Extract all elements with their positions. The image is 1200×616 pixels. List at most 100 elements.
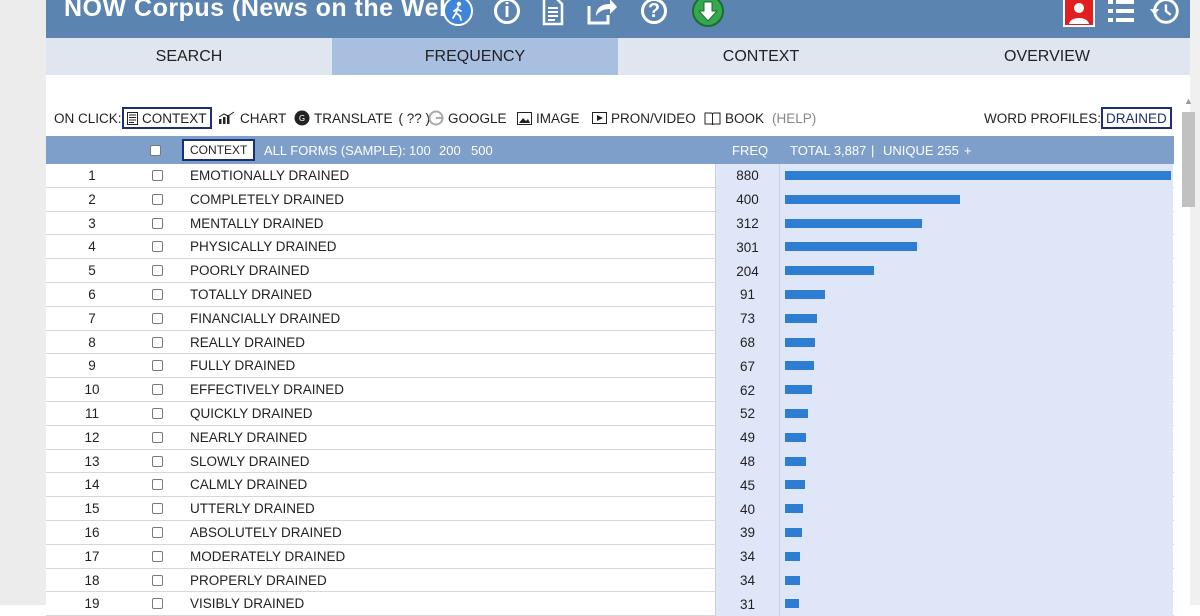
row-word-link[interactable]: REALLY DRAINED (190, 331, 305, 354)
row-frequency: 67 (715, 354, 780, 379)
row-checkbox-box[interactable] (151, 265, 163, 277)
row-checkbox[interactable] (150, 402, 164, 425)
row-bar-cell (780, 401, 1173, 426)
list-icon[interactable] (1104, 0, 1138, 28)
expand-plus[interactable]: + (964, 136, 972, 164)
option-help[interactable]: (HELP) (772, 106, 816, 130)
row-checkbox[interactable] (150, 307, 164, 330)
user-icon[interactable] (1062, 0, 1096, 30)
row-checkbox-box[interactable] (151, 217, 163, 229)
row-word-link[interactable]: COMPLETELY DRAINED (190, 188, 344, 211)
tab-overview[interactable]: OVERVIEW (904, 38, 1190, 75)
row-checkbox[interactable] (150, 545, 164, 568)
row-checkbox-box[interactable] (151, 431, 163, 443)
row-checkbox-box[interactable] (151, 479, 163, 491)
row-checkbox[interactable] (150, 450, 164, 473)
row-checkbox[interactable] (150, 521, 164, 544)
scrollbar-track[interactable] (1190, 0, 1200, 605)
row-checkbox-box[interactable] (151, 598, 163, 610)
option-image[interactable]: IMAGE (517, 106, 580, 130)
row-checkbox[interactable] (150, 283, 164, 306)
row-checkbox[interactable] (150, 354, 164, 377)
tab-search[interactable]: SEARCH (46, 38, 332, 75)
option-translate[interactable]: G TRANSLATE ( ?? ) (294, 106, 430, 130)
row-checkbox[interactable] (150, 473, 164, 496)
row-checkbox-box[interactable] (151, 312, 163, 324)
row-bar-cell (780, 164, 1173, 188)
row-checkbox-box[interactable] (151, 360, 163, 372)
row-word-link[interactable]: FULLY DRAINED (190, 354, 295, 377)
row-checkbox-box[interactable] (151, 455, 163, 467)
row-checkbox[interactable] (150, 164, 164, 187)
row-checkbox[interactable] (150, 592, 164, 615)
option-chart[interactable]: CHART (218, 106, 286, 130)
option-pron-video[interactable]: PRON/VIDEO (592, 106, 696, 130)
row-word-link[interactable]: TOTALLY DRAINED (190, 283, 312, 306)
row-word-link[interactable]: NEARLY DRAINED (190, 426, 307, 449)
translate-icon: G (294, 110, 310, 126)
select-all-checkbox[interactable] (150, 136, 161, 164)
option-book[interactable]: BOOK (704, 106, 764, 130)
select-all-box[interactable] (150, 144, 161, 156)
row-checkbox-box[interactable] (151, 384, 163, 396)
table-row: 4 PHYSICALLY DRAINED 301 (46, 235, 1174, 260)
word-profiles-link[interactable]: DRAINED (1101, 107, 1172, 129)
sample-100-link[interactable]: 100 (409, 136, 431, 164)
row-frequency: 400 (715, 187, 780, 212)
row-word-link[interactable]: ABSOLUTELY DRAINED (190, 521, 342, 544)
row-word-link[interactable]: POORLY DRAINED (190, 259, 310, 282)
header-context-label[interactable]: CONTEXT (182, 139, 256, 161)
table-row: 1 EMOTIONALLY DRAINED 880 (46, 164, 1174, 188)
tab-frequency[interactable]: FREQUENCY (332, 38, 618, 75)
header-context-button[interactable]: CONTEXT (182, 136, 256, 164)
sample-500-link[interactable]: 500 (471, 136, 493, 164)
row-checkbox[interactable] (150, 212, 164, 235)
row-rank: 2 (88, 191, 96, 207)
share-icon[interactable] (585, 0, 619, 28)
row-word-link[interactable]: MENTALLY DRAINED (190, 212, 324, 235)
row-word-link[interactable]: FINANCIALLY DRAINED (190, 307, 340, 330)
row-checkbox[interactable] (150, 426, 164, 449)
word-profiles-value[interactable]: DRAINED (1101, 106, 1172, 130)
sample-200-link[interactable]: 200 (439, 136, 461, 164)
row-word-link[interactable]: UTTERLY DRAINED (190, 497, 315, 520)
row-word-link[interactable]: SLOWLY DRAINED (190, 450, 310, 473)
row-word-link[interactable]: EMOTIONALLY DRAINED (190, 164, 349, 187)
row-frequency: 45 (715, 473, 780, 498)
help-icon[interactable]: ? (637, 0, 671, 28)
row-checkbox-box[interactable] (151, 170, 163, 181)
row-checkbox[interactable] (150, 188, 164, 211)
row-checkbox-box[interactable] (151, 288, 163, 300)
row-checkbox[interactable] (150, 235, 164, 258)
row-word-link[interactable]: PROPERLY DRAINED (190, 569, 327, 592)
row-checkbox[interactable] (150, 259, 164, 282)
row-checkbox[interactable] (150, 331, 164, 354)
info-icon[interactable]: i (490, 0, 524, 28)
row-word-link[interactable]: MODERATELY DRAINED (190, 545, 345, 568)
freq-header[interactable]: FREQ (732, 136, 768, 164)
history-icon[interactable] (1148, 0, 1182, 28)
row-checkbox-box[interactable] (151, 526, 163, 538)
option-google[interactable]: GOOGLE (428, 106, 507, 130)
row-checkbox-box[interactable] (151, 241, 163, 253)
option-context[interactable]: CONTEXT (122, 106, 212, 130)
tab-context[interactable]: CONTEXT (618, 38, 904, 75)
row-checkbox[interactable] (150, 378, 164, 401)
row-word-link[interactable]: EFFECTIVELY DRAINED (190, 378, 344, 401)
row-checkbox-box[interactable] (151, 336, 163, 348)
row-checkbox-box[interactable] (151, 407, 163, 419)
row-word-link[interactable]: QUICKLY DRAINED (190, 402, 313, 425)
download-icon[interactable] (691, 0, 725, 28)
row-checkbox-box[interactable] (151, 550, 163, 562)
row-checkbox-box[interactable] (151, 193, 163, 205)
row-word-link[interactable]: VISIBLY DRAINED (190, 592, 304, 615)
row-checkbox-box[interactable] (151, 574, 163, 586)
row-word-link[interactable]: PHYSICALLY DRAINED (190, 235, 337, 258)
row-checkbox[interactable] (150, 569, 164, 592)
row-checkbox[interactable] (150, 497, 164, 520)
document-icon[interactable] (536, 0, 570, 28)
scroll-up-arrow-icon[interactable]: ▲ (1184, 96, 1193, 106)
row-checkbox-box[interactable] (151, 503, 163, 515)
tour-walk-icon[interactable] (441, 0, 475, 28)
row-word-link[interactable]: CALMLY DRAINED (190, 473, 307, 496)
